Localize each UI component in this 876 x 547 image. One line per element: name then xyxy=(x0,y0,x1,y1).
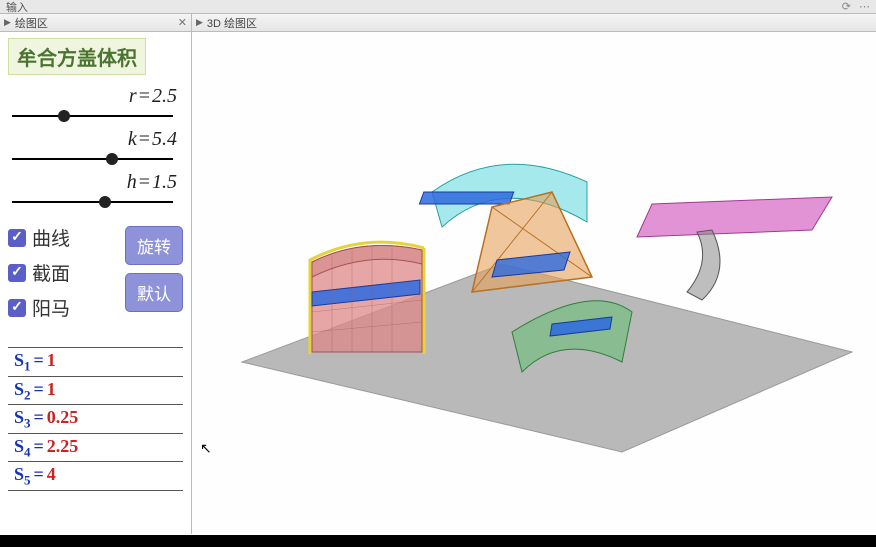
graphics-panel-title: 绘图区 xyxy=(15,15,48,31)
result-row: S5=4 xyxy=(8,461,183,491)
checkbox-yangma-label: 阳马 xyxy=(32,294,70,321)
result-row: S1=1 xyxy=(8,347,183,376)
sliders-group: r=2.5 k=5.4 h=1.5 xyxy=(8,85,183,210)
check-icon: ✓ xyxy=(8,264,26,282)
menubar[interactable]: 输入 ⟳ ⋯ xyxy=(0,0,876,14)
checkbox-curve-label: 曲线 xyxy=(32,224,70,251)
slider-r[interactable] xyxy=(12,108,173,124)
collapse-icon[interactable]: ▶ xyxy=(196,17,203,28)
bottom-bar xyxy=(0,535,876,547)
checkbox-section[interactable]: ✓ 截面 xyxy=(8,259,119,286)
collapse-icon[interactable]: ▶ xyxy=(4,17,11,28)
graphics-panel: ▶ 绘图区 ✕ 牟合方盖体积 r=2.5 k=5.4 xyxy=(0,14,192,534)
page-title: 牟合方盖体积 xyxy=(8,38,146,75)
checkbox-section-label: 截面 xyxy=(32,259,70,286)
cursor-icon: ↖ xyxy=(200,440,212,457)
menubar-right: ⟳ ⋯ xyxy=(842,0,870,13)
reset-button[interactable]: 默认 xyxy=(125,273,183,312)
result-row: S4=2.25 xyxy=(8,433,183,462)
close-icon[interactable]: ✕ xyxy=(178,16,187,29)
slider-r-label: r=2.5 xyxy=(129,85,177,107)
check-icon: ✓ xyxy=(8,229,26,247)
help-icon[interactable]: ⋯ xyxy=(859,0,870,13)
red-quarter-cylinder xyxy=(310,242,424,354)
undo-icon[interactable]: ⟳ xyxy=(842,0,851,13)
graphics3d-panel-title: 3D 绘图区 xyxy=(207,15,257,31)
checkbox-curve[interactable]: ✓ 曲线 xyxy=(8,224,119,251)
result-row: S2=1 xyxy=(8,376,183,405)
graphics3d-panel: ▶ 3D 绘图区 xyxy=(192,14,876,534)
graphics-panel-header[interactable]: ▶ 绘图区 ✕ xyxy=(0,14,191,32)
slider-k[interactable] xyxy=(12,151,173,167)
graphics3d-panel-header[interactable]: ▶ 3D 绘图区 xyxy=(192,14,876,32)
result-row: S3=0.25 xyxy=(8,404,183,433)
results-list: S1=1S2=1S3=0.25S4=2.25S5=4 xyxy=(8,347,183,491)
check-icon: ✓ xyxy=(8,299,26,317)
magenta-sheet xyxy=(637,197,832,300)
view3d[interactable] xyxy=(192,32,876,534)
rotate-button[interactable]: 旋转 xyxy=(125,226,183,265)
checkbox-yangma[interactable]: ✓ 阳马 xyxy=(8,294,119,321)
slider-h-label: h=1.5 xyxy=(127,171,177,193)
slider-h[interactable] xyxy=(12,194,173,210)
menu-hint: 输入 xyxy=(6,0,28,15)
slider-k-label: k=5.4 xyxy=(128,128,177,150)
scene3d-svg xyxy=(192,32,876,534)
